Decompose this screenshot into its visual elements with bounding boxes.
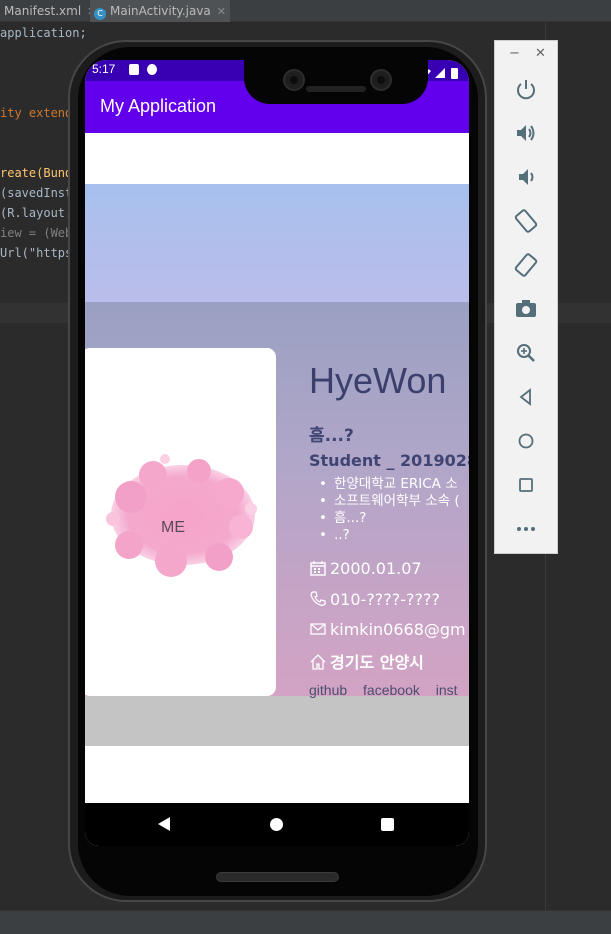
code-line: ity extend <box>0 106 73 120</box>
bottom-speaker-grille <box>216 872 339 882</box>
volume-down-icon[interactable] <box>513 164 539 190</box>
volume-up-icon[interactable] <box>513 120 539 146</box>
profile-bullet-list: 한양대학교 ERICA 소 소프트웨어학부 소속 ( 흠...? ..? <box>319 476 460 544</box>
emulator-toolbar-header: − ✕ <box>495 41 559 67</box>
app-title: My Application <box>100 96 217 116</box>
tab-manifest-label: Manifest.xml <box>4 4 82 18</box>
phone-row: 010-????-???? <box>309 590 440 609</box>
list-item: 한양대학교 ERICA 소 <box>319 476 460 493</box>
hero-banner <box>85 184 469 302</box>
nav-back-icon[interactable] <box>158 817 170 831</box>
tab-main-activity[interactable]: C MainActivity.java ✕ <box>90 0 230 22</box>
app-notification-icon <box>147 64 157 75</box>
photo-label: ME <box>161 519 185 536</box>
camera-icon[interactable] <box>513 296 539 322</box>
code-line: iew = (Web <box>0 226 73 240</box>
editor-tab-bar: Manifest.xml✕ C MainActivity.java ✕ <box>0 0 611 22</box>
birthday-row: 2000.01.07 <box>309 559 422 578</box>
calendar-icon <box>310 561 326 576</box>
address-text: 경기도 안양시 <box>330 653 424 672</box>
sd-card-icon <box>129 64 139 75</box>
home-icon[interactable] <box>513 428 539 454</box>
profile-name: HyeWon <box>309 360 447 401</box>
tab-main-activity-label: MainActivity.java <box>110 4 211 18</box>
rotate-left-icon[interactable] <box>513 208 539 234</box>
nav-recents-icon[interactable] <box>381 818 394 831</box>
front-camera-icon <box>283 69 305 91</box>
code-line: application; <box>0 26 87 40</box>
list-item: 소프트웨어학부 소속 ( <box>319 493 460 510</box>
phone-text: 010-????-???? <box>330 590 441 609</box>
profile-student-id: Student _ 2019028 <box>309 451 469 470</box>
overview-icon[interactable] <box>513 472 539 498</box>
close-icon[interactable]: ✕ <box>535 46 546 61</box>
emulator-toolbar: − ✕ <box>494 40 558 554</box>
profile-photo-card: ME <box>85 348 276 696</box>
nav-home-icon[interactable] <box>270 818 283 831</box>
close-icon[interactable]: ✕ <box>217 5 226 18</box>
email-row: kimkin0668@gm <box>309 620 466 639</box>
birthday-text: 2000.01.07 <box>330 559 422 578</box>
github-link[interactable]: github <box>309 682 347 698</box>
code-line: reate(Bund <box>0 166 73 180</box>
footer-band <box>85 696 469 746</box>
pink-splash-image <box>106 454 257 577</box>
rotate-right-icon[interactable] <box>513 252 539 278</box>
social-links: github facebook inst <box>309 682 469 698</box>
earpiece-speaker <box>306 86 366 92</box>
front-camera-icon <box>370 69 392 91</box>
power-icon[interactable] <box>513 76 539 102</box>
back-icon[interactable] <box>513 384 539 410</box>
list-item: 흠...? <box>319 510 460 527</box>
zoom-icon[interactable] <box>513 340 539 366</box>
address-row: 경기도 안양시 <box>309 649 424 673</box>
phone-icon <box>310 591 326 606</box>
code-line: Url("https <box>0 246 73 260</box>
more-icon[interactable] <box>513 516 539 542</box>
envelope-icon <box>310 623 326 635</box>
list-item: ..? <box>319 527 460 544</box>
minimize-icon[interactable]: − <box>509 46 520 61</box>
status-time: 5:17 <box>92 62 116 76</box>
code-line: (savedInst <box>0 186 73 200</box>
device-screen[interactable]: 5:17 My Application ME HyeWon 흠...? Stud… <box>85 60 469 846</box>
code-line: (R.layout. <box>0 206 73 220</box>
display-notch <box>244 60 428 104</box>
profile-subtitle: 흠...? <box>309 426 354 446</box>
tab-manifest[interactable]: Manifest.xml✕ <box>0 0 96 22</box>
instagram-link[interactable]: inst <box>436 682 458 698</box>
class-icon: C <box>94 8 106 20</box>
home-icon <box>310 654 326 670</box>
email-text: kimkin0668@gm <box>330 620 466 639</box>
web-view[interactable]: ME HyeWon 흠...? Student _ 2019028 한양대학교 … <box>85 133 469 803</box>
ide-status-bar <box>0 910 611 934</box>
facebook-link[interactable]: facebook <box>363 682 420 698</box>
android-nav-bar <box>85 803 469 846</box>
